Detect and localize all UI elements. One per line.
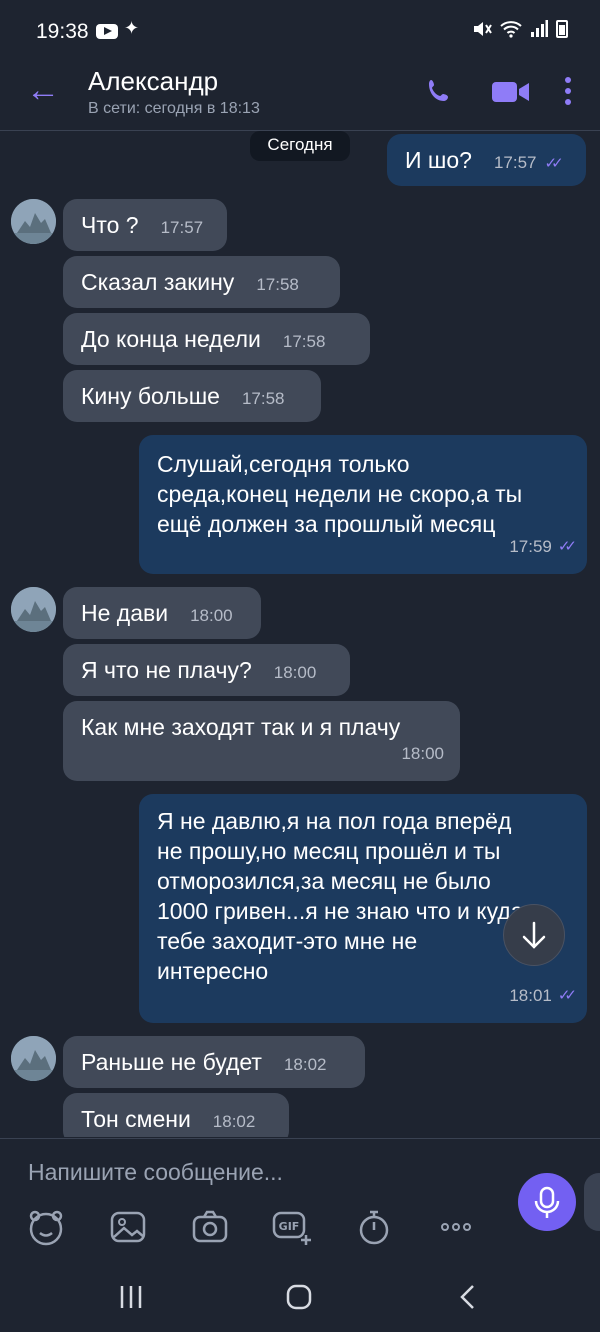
recent-apps-icon[interactable] xyxy=(116,1282,146,1312)
voice-message-button[interactable] xyxy=(518,1173,576,1231)
svg-text:GIF: GIF xyxy=(279,1220,300,1233)
timer-icon[interactable] xyxy=(354,1207,394,1247)
home-icon[interactable] xyxy=(284,1282,314,1312)
chat-header: ← Александр В сети: сегодня в 18:13 xyxy=(0,60,600,131)
date-separator: Сегодня xyxy=(250,131,350,161)
message-incoming[interactable]: Как мне заходят так и я плачу 18:00 xyxy=(63,701,460,781)
contact-name[interactable]: Александр xyxy=(88,66,218,97)
camera-icon[interactable] xyxy=(190,1207,230,1247)
back-arrow-icon[interactable]: ← xyxy=(26,73,60,107)
message-incoming[interactable]: Тон смени 18:02 xyxy=(63,1093,289,1137)
message-composer: Напишите сообщение... GIF xyxy=(0,1138,600,1259)
system-nav-bar xyxy=(0,1260,600,1332)
avatar[interactable] xyxy=(11,1036,56,1081)
message-list[interactable]: Сегодня И шо? 17:57 ✓✓ Что ? 17:57 Сказал з… xyxy=(0,131,600,1137)
back-icon[interactable] xyxy=(454,1282,484,1312)
arrow-down-icon xyxy=(522,921,546,949)
sticker-icon[interactable] xyxy=(26,1207,66,1247)
read-check-icon: ✓✓ xyxy=(544,155,564,172)
battery-icon xyxy=(556,20,568,38)
gif-icon[interactable]: GIF xyxy=(272,1207,312,1247)
avatar[interactable] xyxy=(11,199,56,244)
message-incoming[interactable]: Я что не плачу? 18:00 xyxy=(63,644,350,696)
more-options-icon[interactable] xyxy=(436,1207,476,1247)
phone-call-icon[interactable] xyxy=(425,76,455,106)
message-incoming[interactable]: Раньше не будет 18:02 xyxy=(63,1036,365,1088)
microphone-icon xyxy=(534,1186,560,1218)
youtube-icon xyxy=(96,24,118,39)
message-incoming[interactable]: Сказал закину 17:58 xyxy=(63,256,340,308)
magic-wand-icon: ✦ xyxy=(124,18,140,38)
message-outgoing[interactable]: И шо? 17:57 ✓✓ xyxy=(387,134,586,186)
scroll-to-bottom-button[interactable] xyxy=(503,904,565,966)
read-check-icon: ✓✓ xyxy=(557,987,577,1004)
contact-status: В сети: сегодня в 18:13 xyxy=(88,100,260,117)
message-incoming[interactable]: Не дави 18:00 xyxy=(63,587,261,639)
message-outgoing[interactable]: Слушай,сегодня только среда,конец недели… xyxy=(139,435,587,574)
mute-icon xyxy=(474,22,492,36)
status-bar: 19:38 ✦ xyxy=(0,0,600,60)
avatar[interactable] xyxy=(11,587,56,632)
message-incoming[interactable]: До конца недели 17:58 xyxy=(63,313,370,365)
status-time: 19:38 xyxy=(36,20,89,43)
side-panel-handle[interactable] xyxy=(584,1173,600,1231)
signal-icon xyxy=(531,20,548,37)
message-incoming[interactable]: Что ? 17:57 xyxy=(63,199,227,251)
more-vertical-icon[interactable] xyxy=(562,76,574,106)
wifi-icon xyxy=(500,21,522,38)
video-call-icon[interactable] xyxy=(492,80,530,104)
message-incoming[interactable]: Кину больше 17:58 xyxy=(63,370,321,422)
composer-toolbar: GIF xyxy=(26,1207,486,1247)
read-check-icon: ✓✓ xyxy=(557,538,577,555)
gallery-icon[interactable] xyxy=(108,1207,148,1247)
message-input[interactable]: Напишите сообщение... xyxy=(28,1159,283,1186)
